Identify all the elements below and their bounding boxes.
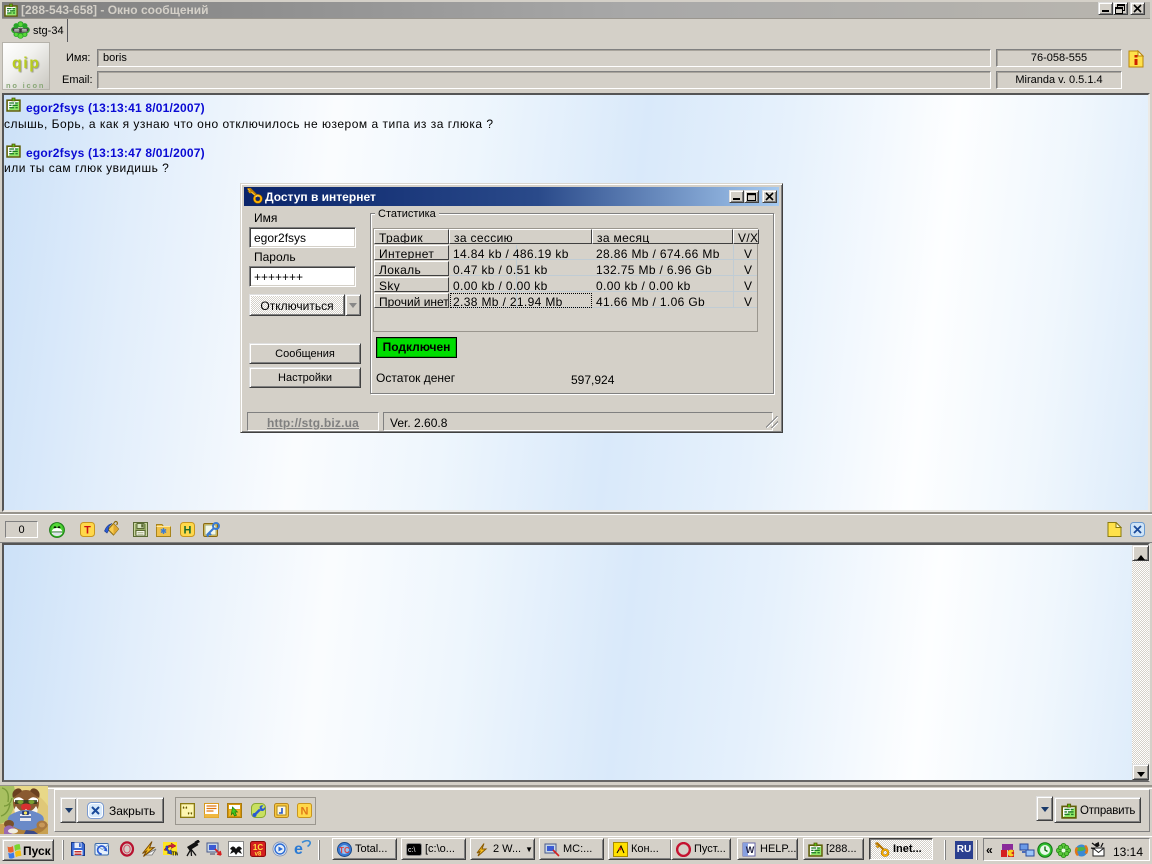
svg-text:c:\: c:\ <box>408 847 415 854</box>
svg-text:H: H <box>184 525 192 537</box>
svg-text:T: T <box>84 525 91 537</box>
svg-text:W: W <box>746 845 755 855</box>
svg-text:TC: TC <box>339 846 350 855</box>
svg-text:v8: v8 <box>255 852 262 858</box>
svg-text:ТМ: ТМ <box>172 852 179 858</box>
svg-text:e: e <box>294 841 303 857</box>
svg-text:N: N <box>301 806 309 818</box>
